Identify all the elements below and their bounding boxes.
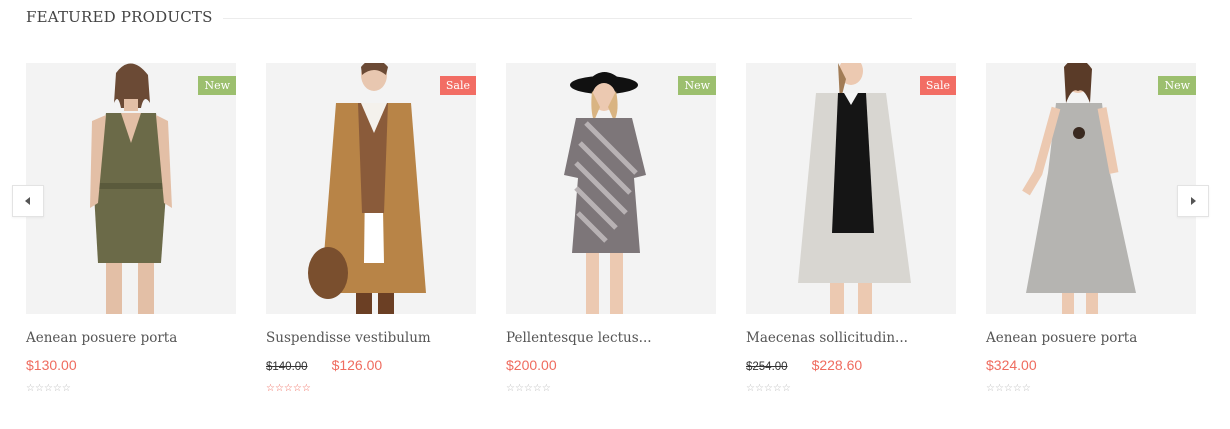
product-card[interactable]: New Aenean posuere porta $130.00 ☆☆☆☆☆ (26, 63, 236, 394)
price-row: $130.00 (26, 357, 236, 373)
rating-stars: ☆☆☆☆☆ (266, 383, 311, 394)
product-badge: New (198, 76, 236, 95)
price-row: $200.00 (506, 357, 716, 373)
section-title: FEATURED PRODUCTS (26, 8, 213, 26)
rating-stars: ☆☆☆☆☆ (26, 383, 71, 394)
price-row: $140.00 $126.00 (266, 357, 476, 373)
man-camel-coat-hat-image (308, 63, 426, 314)
product-image[interactable]: New (26, 63, 236, 314)
carousel-next-button[interactable] (1177, 185, 1209, 217)
product-carousel: New Aenean posuere porta $130.00 ☆☆☆☆☆ S… (0, 63, 1230, 423)
product-card[interactable]: Sale Maecenas sollicitudin... $254.00 $2… (746, 63, 956, 394)
rating-stars: ☆☆☆☆☆ (506, 383, 551, 394)
product-name[interactable]: Aenean posuere porta (26, 330, 236, 346)
product-badge: Sale (439, 76, 476, 95)
price-row: $254.00 $228.60 (746, 357, 956, 373)
carousel-prev-button[interactable] (12, 185, 44, 217)
rating-stars: ☆☆☆☆☆ (746, 383, 791, 394)
product-badge: New (678, 76, 716, 95)
product-old-price: $254.00 (746, 361, 788, 373)
product-image[interactable]: Sale (746, 63, 956, 314)
product-card[interactable]: New Aenean posuere porta $324.00 ☆☆☆☆☆ (986, 63, 1196, 394)
price-row: $324.00 (986, 357, 1196, 373)
product-image[interactable]: New (506, 63, 716, 314)
product-badge: Sale (919, 76, 956, 95)
product-name[interactable]: Aenean posuere porta (986, 330, 1196, 346)
product-name[interactable]: Maecenas sollicitudin... (746, 330, 956, 346)
product-price: $130.00 (26, 357, 77, 373)
product-price: $200.00 (506, 357, 557, 373)
woman-olive-romper-image (90, 63, 172, 314)
product-price: $324.00 (986, 357, 1037, 373)
woman-striped-dress-black-hat-image (564, 72, 646, 314)
section-header: FEATURED PRODUCTS (26, 8, 912, 26)
product-card[interactable]: New Pellentesque lectus... $200.00 ☆☆☆☆☆ (506, 63, 716, 394)
product-image[interactable]: New (986, 63, 1196, 314)
product-price: $228.60 (811, 357, 863, 373)
product-price: $126.00 (331, 357, 383, 373)
product-name[interactable]: Pellentesque lectus... (506, 330, 716, 346)
woman-grey-midi-dress-image (1022, 63, 1136, 314)
caret-right-icon (1191, 197, 1196, 205)
section-divider (222, 17, 912, 19)
product-name[interactable]: Suspendisse vestibulum (266, 330, 476, 346)
rating-stars: ☆☆☆☆☆ (986, 383, 1031, 394)
product-card[interactable]: Sale Suspendisse vestibulum $140.00 $126… (266, 63, 476, 394)
product-old-price: $140.00 (266, 361, 308, 373)
product-image[interactable]: Sale (266, 63, 476, 314)
woman-grey-long-coat-image (798, 63, 911, 314)
caret-left-icon (25, 197, 30, 205)
product-badge: New (1158, 76, 1196, 95)
